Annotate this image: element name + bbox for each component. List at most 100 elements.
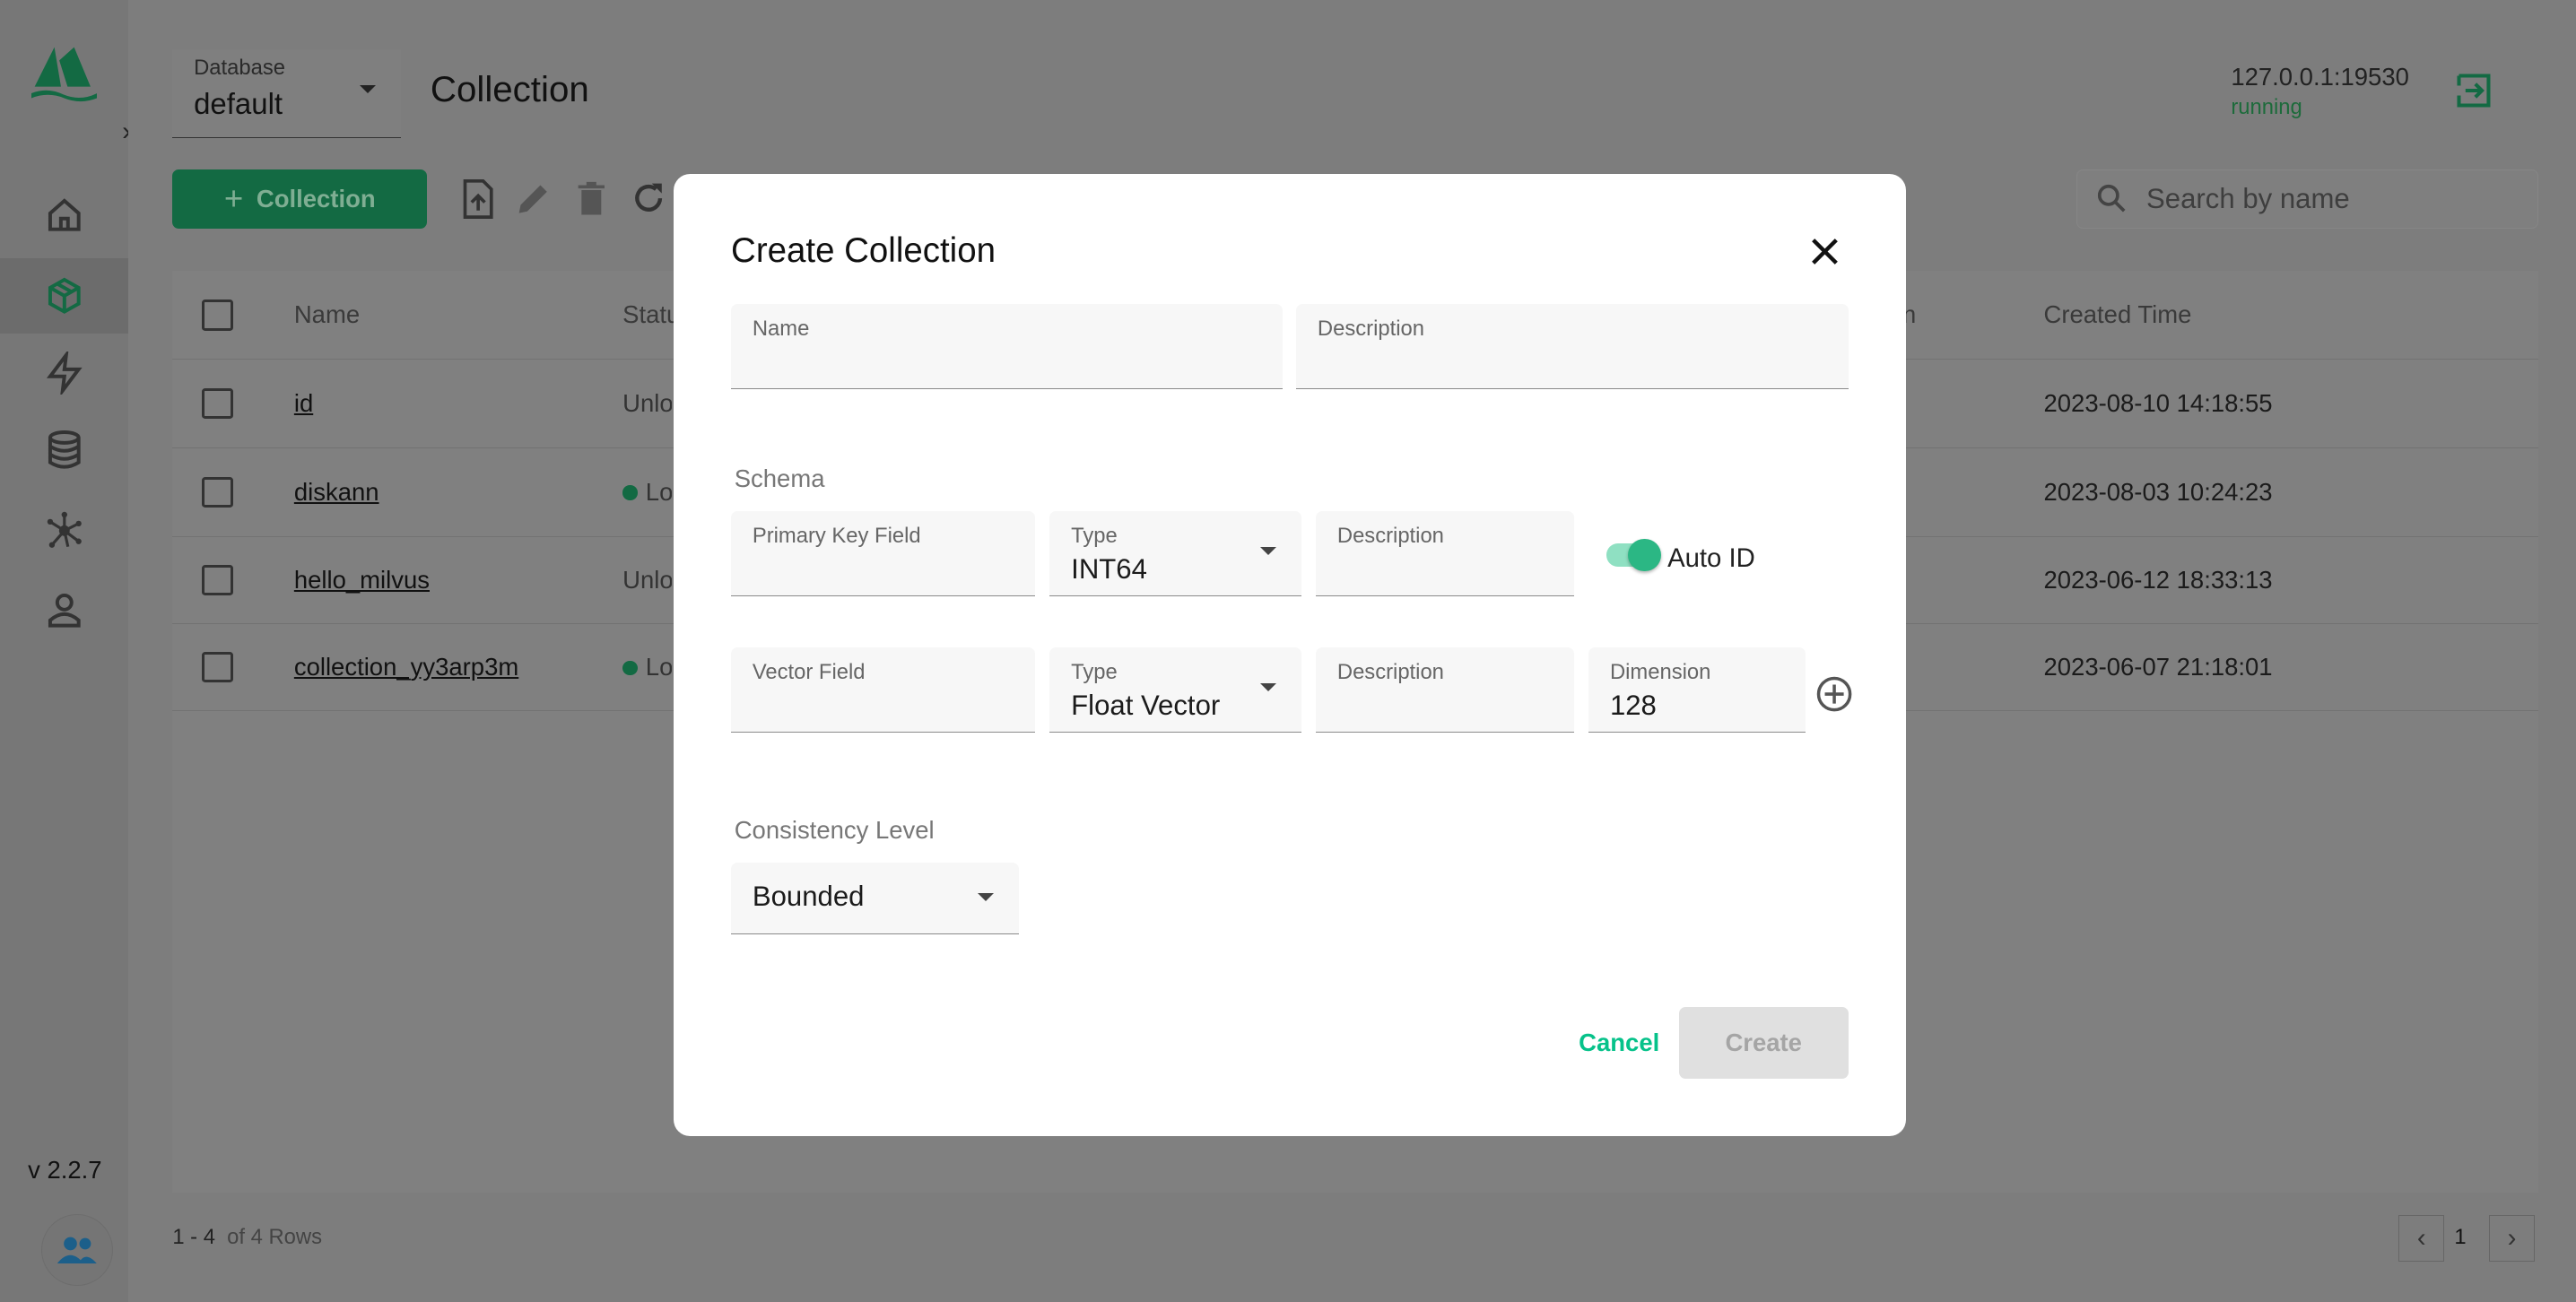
create-button[interactable]: Create xyxy=(1678,1006,1849,1080)
status-text: Unlo xyxy=(622,389,673,418)
description-label: Description xyxy=(1336,524,1444,549)
nav-search[interactable] xyxy=(0,335,128,411)
primary-key-type-select[interactable]: Type INT64 xyxy=(1049,510,1301,596)
search-input[interactable]: Search by name xyxy=(2076,169,2538,229)
name-label: Name xyxy=(752,317,810,342)
home-icon xyxy=(48,198,81,231)
close-icon[interactable] xyxy=(1810,237,1840,266)
description-field[interactable]: Description xyxy=(1296,303,1849,390)
primary-key-description-field[interactable]: Description xyxy=(1316,510,1574,596)
community-button[interactable] xyxy=(40,1213,114,1287)
name-field[interactable]: Name xyxy=(731,303,1284,390)
caret-down-icon xyxy=(1260,682,1277,691)
collection-name-link[interactable]: collection_yy3arp3m xyxy=(294,653,518,681)
type-label: Type xyxy=(1071,524,1118,549)
collection-name-link[interactable]: hello_milvus xyxy=(294,566,430,595)
caret-down-icon xyxy=(978,893,995,902)
header-created-time[interactable]: Created Time xyxy=(2044,300,2192,329)
auto-id-toggle[interactable] xyxy=(1606,538,1661,572)
loaded-dot-icon xyxy=(622,485,638,500)
description-label: Description xyxy=(1317,317,1424,342)
sidebar: › v 2.2.7 xyxy=(0,0,131,1302)
created-time: 2023-08-10 14:18:55 xyxy=(2043,389,2273,418)
add-field-icon[interactable] xyxy=(1815,675,1853,713)
dimension-label: Dimension xyxy=(1609,660,1711,685)
user-icon xyxy=(48,593,81,628)
search-icon xyxy=(2098,185,2126,213)
header-name[interactable]: Name xyxy=(294,300,360,329)
row-checkbox[interactable] xyxy=(202,564,234,596)
type-label: Type xyxy=(1071,660,1118,685)
type-value: Float Vector xyxy=(1071,690,1221,722)
primary-key-field[interactable]: Primary Key Field xyxy=(731,510,1035,596)
row-checkbox[interactable] xyxy=(202,476,234,508)
plus-icon: + xyxy=(223,179,244,217)
vector-description-field[interactable]: Description xyxy=(1316,647,1574,733)
caret-down-icon xyxy=(1260,546,1277,555)
add-collection-button[interactable]: + Collection xyxy=(172,169,428,229)
row-range: 1 - 4 xyxy=(172,1225,215,1250)
nav-collection[interactable] xyxy=(0,257,128,334)
consistency-value: Bounded xyxy=(752,880,865,912)
nav-home[interactable] xyxy=(0,178,128,253)
row-count: 1 - 4 of 4 Rows xyxy=(172,1225,322,1250)
auto-id-label: Auto ID xyxy=(1667,543,1755,574)
database-icon xyxy=(48,430,81,469)
page-title: Collection xyxy=(430,68,589,109)
cancel-button[interactable]: Cancel xyxy=(1579,1029,1659,1057)
add-collection-label: Collection xyxy=(256,184,376,213)
current-page: 1 xyxy=(2454,1225,2467,1250)
edit-icon[interactable] xyxy=(516,180,552,216)
vector-type-select[interactable]: Type Float Vector xyxy=(1049,647,1301,733)
delete-icon[interactable] xyxy=(575,180,608,216)
database-value: default xyxy=(194,87,283,121)
version-label: v 2.2.7 xyxy=(28,1156,102,1185)
loaded-dot-icon xyxy=(622,660,638,676)
vector-field[interactable]: Vector Field xyxy=(731,647,1035,733)
toggle-thumb xyxy=(1628,538,1661,572)
description-label: Description xyxy=(1336,660,1444,685)
select-all-checkbox[interactable] xyxy=(202,299,234,331)
vector-field-label: Vector Field xyxy=(752,660,866,685)
schema-heading: Schema xyxy=(734,464,825,493)
prev-page-button[interactable]: ‹ xyxy=(2398,1215,2445,1262)
header-status[interactable]: Statu xyxy=(622,300,680,329)
row-total: of 4 Rows xyxy=(227,1225,322,1250)
import-file-icon[interactable] xyxy=(460,178,496,219)
status-text: Unlo xyxy=(622,565,673,594)
consistency-level-select[interactable]: Bounded xyxy=(731,862,1019,935)
create-collection-dialog: Create Collection Name Description Schem… xyxy=(673,174,1906,1137)
server-status: running xyxy=(2231,95,2302,120)
dialog-title: Create Collection xyxy=(731,231,996,271)
created-time: 2023-06-12 18:33:13 xyxy=(2043,565,2273,594)
cube-icon xyxy=(48,277,81,314)
consistency-heading: Consistency Level xyxy=(734,816,935,845)
nav-user[interactable] xyxy=(0,571,128,647)
type-value: INT64 xyxy=(1071,553,1147,586)
row-checkbox[interactable] xyxy=(202,387,234,420)
milvus-logo xyxy=(30,48,98,102)
dimension-value: 128 xyxy=(1609,690,1657,722)
database-label: Database xyxy=(194,56,285,81)
status-text: Lo xyxy=(645,477,673,506)
row-checkbox[interactable] xyxy=(202,651,234,683)
people-icon xyxy=(57,1237,98,1263)
primary-key-label: Primary Key Field xyxy=(752,524,921,549)
nav-system[interactable] xyxy=(0,492,128,568)
server-address: 127.0.0.1:19530 xyxy=(2231,62,2409,91)
database-select[interactable]: Database default xyxy=(172,48,401,138)
refresh-icon[interactable] xyxy=(631,180,666,216)
search-placeholder: Search by name xyxy=(2146,182,2350,214)
status-text: Lo xyxy=(645,653,673,681)
created-time: 2023-08-03 10:24:23 xyxy=(2043,477,2273,506)
cluster-icon xyxy=(47,511,82,548)
logout-icon[interactable] xyxy=(2454,71,2493,110)
collection-name-link[interactable]: diskann xyxy=(294,478,379,507)
dimension-field[interactable]: Dimension 128 xyxy=(1588,647,1806,733)
lightning-icon xyxy=(46,351,83,395)
collection-name-link[interactable]: id xyxy=(294,389,313,418)
created-time: 2023-06-07 21:18:01 xyxy=(2043,653,2273,681)
nav-database[interactable] xyxy=(0,412,128,488)
caret-down-icon xyxy=(360,85,377,94)
next-page-button[interactable]: › xyxy=(2488,1215,2536,1262)
